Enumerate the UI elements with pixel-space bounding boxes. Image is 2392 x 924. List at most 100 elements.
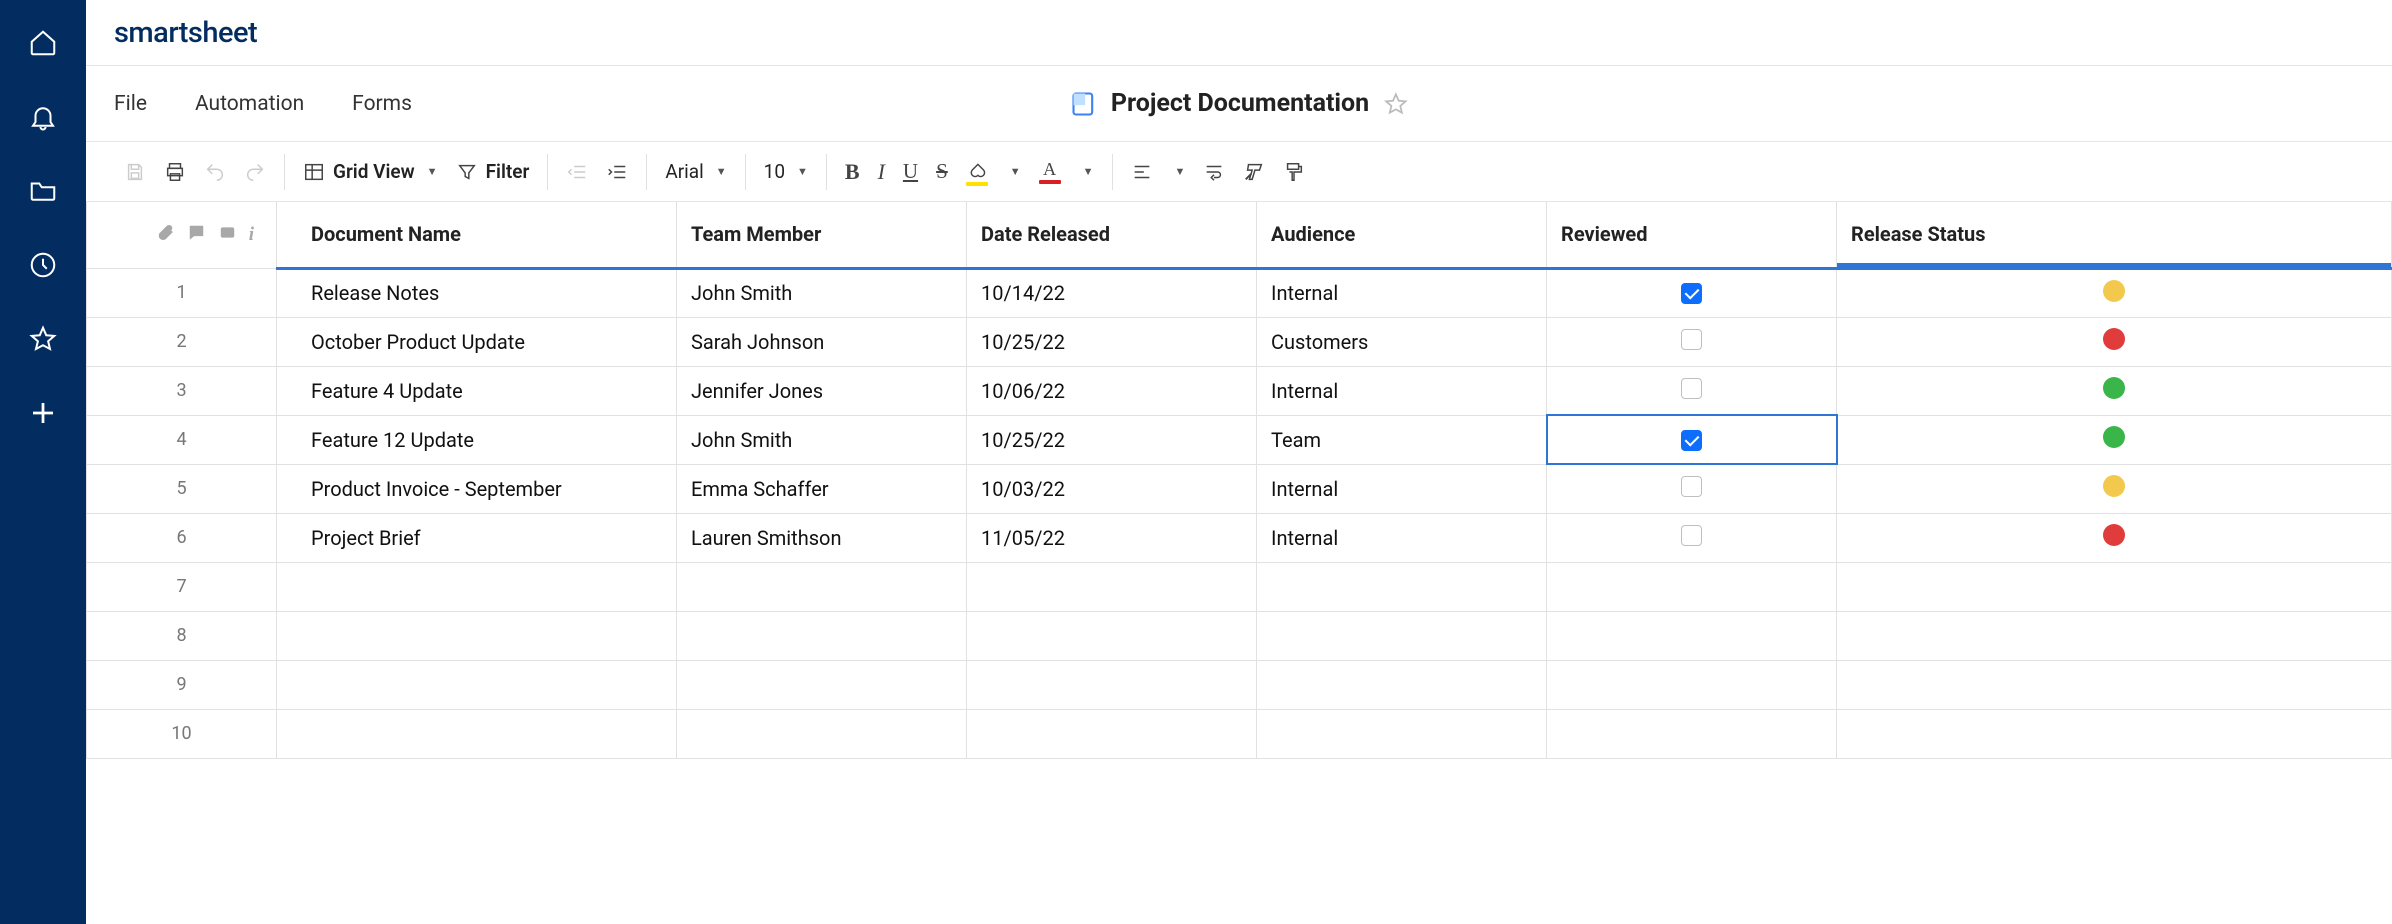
cell-document[interactable] xyxy=(277,660,677,709)
home-icon[interactable] xyxy=(28,28,58,58)
checkbox[interactable] xyxy=(1681,378,1702,399)
menu-file[interactable]: File xyxy=(114,92,147,116)
cell-reviewed[interactable] xyxy=(1547,513,1837,562)
row-number[interactable]: 7 xyxy=(87,562,277,611)
cell-audience[interactable] xyxy=(1257,562,1547,611)
cell-document[interactable]: Release Notes xyxy=(277,268,677,317)
filter-button[interactable]: Filter xyxy=(456,160,530,183)
cell-member[interactable] xyxy=(677,562,967,611)
chevron-down-icon[interactable]: ▼ xyxy=(1175,165,1186,178)
bell-icon[interactable] xyxy=(28,102,58,132)
clear-format-button[interactable] xyxy=(1243,161,1265,183)
cell-member[interactable]: Lauren Smithson xyxy=(677,513,967,562)
cell-date[interactable] xyxy=(967,611,1257,660)
cell-date[interactable] xyxy=(967,709,1257,758)
col-header-status[interactable]: Release Status xyxy=(1837,202,2392,268)
cell-date[interactable]: 10/25/22 xyxy=(967,415,1257,464)
checkbox[interactable] xyxy=(1681,525,1702,546)
cell-member[interactable]: Emma Schaffer xyxy=(677,464,967,513)
cell-status[interactable] xyxy=(1837,513,2392,562)
format-painter-button[interactable] xyxy=(1283,161,1305,183)
grid[interactable]: i Document Name Team Member Date Release… xyxy=(86,202,2392,924)
wrap-button[interactable] xyxy=(1203,161,1225,183)
row-number[interactable]: 2 xyxy=(87,317,277,366)
sheet-title[interactable]: Project Documentation xyxy=(1111,89,1369,118)
cell-reviewed[interactable] xyxy=(1547,366,1837,415)
favorite-star-icon[interactable] xyxy=(1383,91,1409,117)
attachments-icon[interactable] xyxy=(156,223,175,247)
cell-status[interactable] xyxy=(1837,415,2392,464)
print-icon[interactable] xyxy=(164,161,186,183)
row-number[interactable]: 4 xyxy=(87,415,277,464)
underline-button[interactable]: U xyxy=(903,159,918,184)
align-button[interactable] xyxy=(1131,161,1153,183)
cell-status[interactable] xyxy=(1837,660,2392,709)
row-number[interactable]: 6 xyxy=(87,513,277,562)
cell-document[interactable]: Feature 4 Update xyxy=(277,366,677,415)
comments-icon[interactable] xyxy=(187,223,206,247)
indent-icon[interactable] xyxy=(606,161,628,183)
cell-reviewed[interactable] xyxy=(1547,268,1837,317)
create-icon[interactable] xyxy=(28,398,58,428)
cell-date[interactable]: 10/03/22 xyxy=(967,464,1257,513)
cell-member[interactable]: Sarah Johnson xyxy=(677,317,967,366)
bold-button[interactable]: B xyxy=(845,159,860,185)
cell-reviewed[interactable] xyxy=(1547,317,1837,366)
cell-reviewed[interactable] xyxy=(1547,464,1837,513)
cell-status[interactable] xyxy=(1837,317,2392,366)
fill-color-button[interactable] xyxy=(966,158,988,186)
recents-icon[interactable] xyxy=(28,250,58,280)
col-header-document[interactable]: Document Name xyxy=(277,202,677,268)
col-header-date[interactable]: Date Released xyxy=(967,202,1257,268)
cell-status[interactable] xyxy=(1837,268,2392,317)
cell-date[interactable]: 10/14/22 xyxy=(967,268,1257,317)
cell-audience[interactable] xyxy=(1257,709,1547,758)
menu-automation[interactable]: Automation xyxy=(195,92,304,116)
cell-document[interactable] xyxy=(277,611,677,660)
outdent-icon[interactable] xyxy=(566,161,588,183)
cell-member[interactable]: John Smith xyxy=(677,268,967,317)
cell-audience[interactable] xyxy=(1257,611,1547,660)
save-icon[interactable] xyxy=(124,161,146,183)
cell-audience[interactable]: Customers xyxy=(1257,317,1547,366)
cell-reviewed[interactable] xyxy=(1547,562,1837,611)
font-family-select[interactable]: Arial ▼ xyxy=(665,160,726,183)
menu-forms[interactable]: Forms xyxy=(352,92,412,116)
cell-document[interactable]: October Product Update xyxy=(277,317,677,366)
col-header-member[interactable]: Team Member xyxy=(677,202,967,268)
italic-button[interactable]: I xyxy=(878,159,885,185)
col-header-audience[interactable]: Audience xyxy=(1257,202,1547,268)
cell-member[interactable]: John Smith xyxy=(677,415,967,464)
cell-member[interactable] xyxy=(677,709,967,758)
cell-audience[interactable]: Internal xyxy=(1257,464,1547,513)
row-number[interactable]: 1 xyxy=(87,268,277,317)
cell-date[interactable]: 10/25/22 xyxy=(967,317,1257,366)
redo-icon[interactable] xyxy=(244,161,266,183)
cell-status[interactable] xyxy=(1837,562,2392,611)
cell-member[interactable] xyxy=(677,660,967,709)
cell-audience[interactable]: Internal xyxy=(1257,513,1547,562)
chevron-down-icon[interactable]: ▼ xyxy=(1083,165,1094,178)
checkbox[interactable] xyxy=(1681,430,1702,451)
cell-status[interactable] xyxy=(1837,709,2392,758)
cell-date[interactable] xyxy=(967,562,1257,611)
checkbox[interactable] xyxy=(1681,329,1702,350)
row-number[interactable]: 9 xyxy=(87,660,277,709)
cell-status[interactable] xyxy=(1837,366,2392,415)
favorites-icon[interactable] xyxy=(28,324,58,354)
cell-document[interactable]: Product Invoice - September xyxy=(277,464,677,513)
undo-icon[interactable] xyxy=(204,161,226,183)
proofs-icon[interactable] xyxy=(218,223,237,247)
cell-reviewed[interactable] xyxy=(1547,415,1837,464)
view-switcher[interactable]: Grid View ▼ xyxy=(303,160,438,183)
cell-document[interactable]: Project Brief xyxy=(277,513,677,562)
chevron-down-icon[interactable]: ▼ xyxy=(1010,165,1021,178)
cell-document[interactable] xyxy=(277,709,677,758)
text-color-button[interactable]: A xyxy=(1039,160,1061,184)
cell-document[interactable] xyxy=(277,562,677,611)
strikethrough-button[interactable]: S xyxy=(936,159,948,184)
row-number[interactable]: 10 xyxy=(87,709,277,758)
font-size-select[interactable]: 10 ▼ xyxy=(764,160,808,183)
row-number[interactable]: 8 xyxy=(87,611,277,660)
row-info-icon[interactable]: i xyxy=(249,224,254,246)
